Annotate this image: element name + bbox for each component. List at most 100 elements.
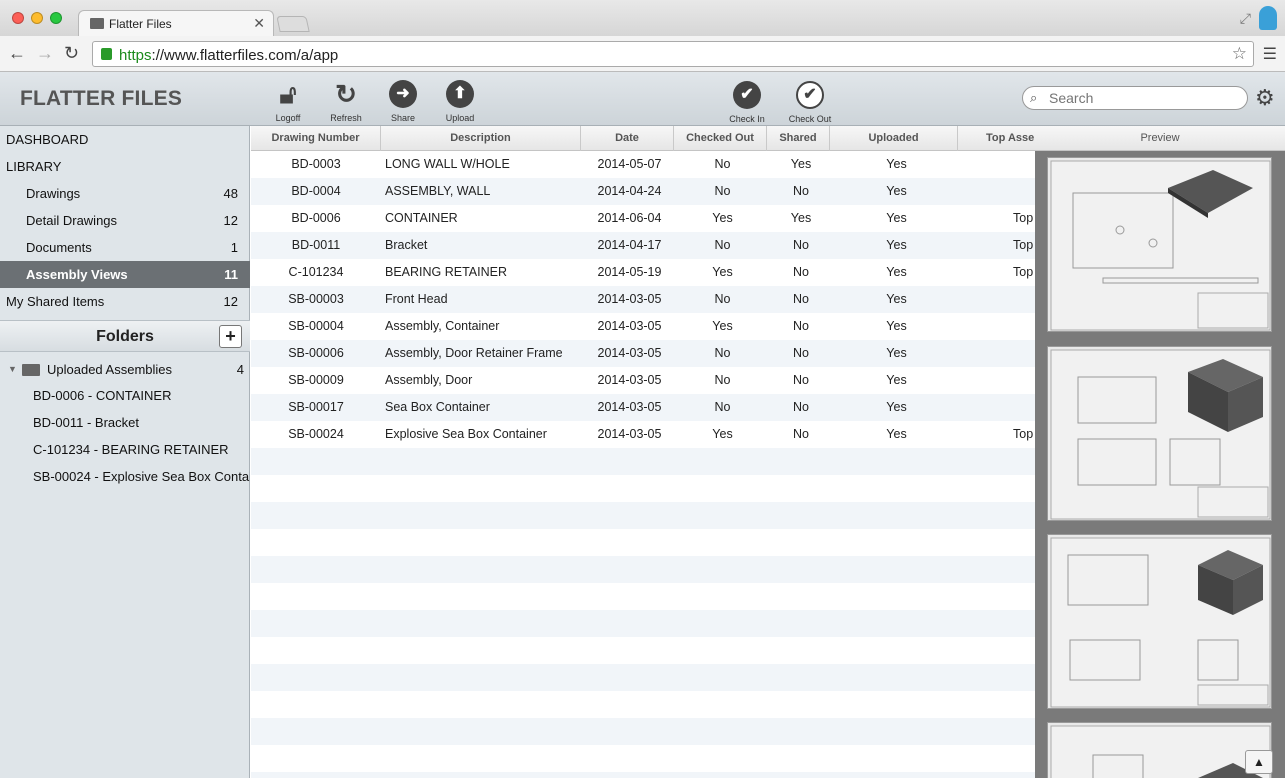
folder-child-item[interactable]: BD-0006 - CONTAINER <box>0 382 250 409</box>
folder-uploaded-assemblies[interactable]: ▼ Uploaded Assemblies 4 <box>0 356 250 383</box>
sidebar-item-count: 1 <box>230 240 238 255</box>
table-row[interactable]: C-101234 BEARING RETAINER 2014-05-19 Yes No Y… <box>251 259 1035 286</box>
folders-header: Folders + <box>0 320 250 352</box>
table-cell: No <box>714 373 731 387</box>
sidebar-item-drawings[interactable]: Drawings 48 <box>0 180 250 207</box>
table-cell: SB-00024 <box>288 427 344 441</box>
folder-child-item[interactable]: C-101234 - BEARING RETAINER <box>0 436 250 463</box>
logoff-button[interactable]: 🔓︎ Logoff <box>264 80 312 123</box>
table-cell: No <box>793 373 809 387</box>
table-cell: Yes <box>712 211 733 225</box>
sidebar-item-label: My Shared Items <box>6 294 105 309</box>
forward-icon[interactable]: → <box>36 43 54 64</box>
close-window-button[interactable] <box>12 12 24 24</box>
table-row[interactable]: BD-0006 CONTAINER 2014-06-04 Yes Yes Yes Top <box>251 205 1035 232</box>
refresh-button[interactable]: ↻ Refresh <box>322 80 370 123</box>
minimize-window-button[interactable] <box>31 12 43 24</box>
share-button[interactable]: ➜ Share <box>379 80 427 123</box>
column-header-top-assembly[interactable]: Top Asse <box>958 126 1035 151</box>
gear-icon[interactable]: ⚙ <box>1255 85 1275 111</box>
check-in-button[interactable]: ✔ Check In <box>723 81 771 124</box>
sidebar-item-count: 11 <box>224 267 238 282</box>
column-header-checked-out[interactable]: Checked Out <box>674 126 767 151</box>
table-cell: Yes <box>886 319 907 333</box>
add-folder-button[interactable]: + <box>219 325 242 348</box>
table-cell: Top <box>1013 238 1034 252</box>
table-cell: SB-00003 <box>288 292 344 306</box>
checkmark-filled-icon: ✔ <box>733 81 761 109</box>
column-header-date[interactable]: Date <box>581 126 674 151</box>
table-row[interactable]: SB-00009 Assembly, Door 2014-03-05 No No Yes <box>251 367 1035 394</box>
column-header-shared[interactable]: Shared <box>767 126 830 151</box>
search-input[interactable] <box>1049 90 1239 106</box>
zoom-window-button[interactable] <box>50 12 62 24</box>
address-bar[interactable]: https://www.flatterfiles.com/a/app ☆ <box>92 41 1254 67</box>
table-row[interactable]: SB-00006 Assembly, Door Retainer Frame 201… <box>251 340 1035 367</box>
table-row[interactable]: BD-0004 ASSEMBLY, WALL 2014-04-24 No No Yes <box>251 178 1035 205</box>
folder-child-item[interactable]: SB-00024 - Explosive Sea Box Container <box>0 463 250 490</box>
folder-child-item[interactable]: BD-0011 - Bracket <box>0 409 250 436</box>
table-row[interactable]: BD-0011 Bracket 2014-04-17 No No Yes Top <box>251 232 1035 259</box>
search-icon[interactable]: ⌕ <box>1030 90 1037 106</box>
drawing-thumbnail[interactable] <box>1047 722 1272 778</box>
drawing-sheet-image <box>1050 160 1271 331</box>
table-cell: Assembly, Door <box>385 373 473 387</box>
drawing-thumbnail[interactable] <box>1047 346 1272 521</box>
table-row[interactable]: SB-00004 Assembly, Container 2014-03-05 Yes… <box>251 313 1035 340</box>
sidebar-item-label: Drawings <box>26 186 81 201</box>
profile-icon[interactable] <box>1259 6 1277 30</box>
sidebar-item-dashboard[interactable]: DASHBOARD <box>0 126 250 153</box>
sidebar-item-my-shared-items[interactable]: My Shared Items 12 <box>0 288 250 315</box>
padlock-icon: 🔓︎ <box>279 79 297 109</box>
sidebar-item-library[interactable]: LIBRARY <box>0 153 250 180</box>
table-row[interactable]: SB-00017 Sea Box Container 2014-03-05 No No Y… <box>251 394 1035 421</box>
table-cell: No <box>714 184 731 198</box>
new-tab-button[interactable] <box>276 16 310 32</box>
table-row[interactable]: SB-00024 Explosive Sea Box Container 2014-… <box>251 421 1035 448</box>
close-tab-icon[interactable]: ✕ <box>253 15 265 32</box>
reload-icon[interactable]: ↻ <box>64 43 79 64</box>
upload-button[interactable]: ⬆ Upload <box>436 80 484 123</box>
column-header-description[interactable]: Description <box>381 126 581 151</box>
drawing-thumbnail[interactable] <box>1047 534 1272 709</box>
check-in-label: Check In <box>729 114 765 124</box>
sidebar-item-detail-drawings[interactable]: Detail Drawings 12 <box>0 207 250 234</box>
back-icon[interactable]: ← <box>8 43 26 64</box>
table-cell: 2014-03-05 <box>597 292 662 306</box>
table-cell: Yes <box>712 319 733 333</box>
table-cell: BD-0006 <box>291 211 341 225</box>
table-cell: LONG WALL W/HOLE <box>385 157 510 171</box>
drawing-sheet-image <box>1050 349 1271 520</box>
arrow-right-icon: ➜ <box>389 80 417 108</box>
search-box: ⌕ <box>1022 86 1248 110</box>
upload-label: Upload <box>445 113 475 123</box>
checkmark-outline-icon: ✔ <box>796 81 824 109</box>
expand-triangle-icon[interactable]: ▼ <box>8 356 17 383</box>
bookmark-star-icon[interactable]: ☆ <box>1232 44 1247 64</box>
drawing-thumbnail[interactable] <box>1047 157 1272 332</box>
folder-icon <box>90 18 104 29</box>
sidebar-item-documents[interactable]: Documents 1 <box>0 234 250 261</box>
browser-menu-icon[interactable]: ☰ <box>1263 44 1277 64</box>
column-header-drawing-number[interactable]: Drawing Number <box>251 126 381 151</box>
table-row[interactable]: SB-00003 Front Head 2014-03-05 No No Yes <box>251 286 1035 313</box>
logoff-label: Logoff <box>275 113 301 123</box>
column-header-uploaded[interactable]: Uploaded <box>830 126 958 151</box>
table-cell: No <box>714 292 731 306</box>
table-row[interactable]: BD-0003 LONG WALL W/HOLE 2014-05-07 No Yes Ye… <box>251 151 1035 178</box>
table-cell: Front Head <box>385 292 448 306</box>
table-cell: Yes <box>886 265 907 279</box>
scroll-to-top-button[interactable]: ▲ <box>1245 750 1273 774</box>
table-cell: BD-0003 <box>291 157 341 171</box>
sidebar-item-assembly-views[interactable]: Assembly Views 11 <box>0 261 250 288</box>
check-out-button[interactable]: ✔ Check Out <box>786 81 834 124</box>
table-cell: No <box>793 400 809 414</box>
folders-title: Folders <box>96 328 154 345</box>
browser-tab[interactable]: Flatter Files ✕ <box>78 10 274 36</box>
empty-table-row <box>251 475 1035 502</box>
fullscreen-icon[interactable]: ⤢ <box>1240 10 1251 27</box>
table-cell: Yes <box>886 346 907 360</box>
sidebar-item-count: 48 <box>223 186 238 201</box>
table-cell: 2014-05-07 <box>597 157 662 171</box>
empty-table-row <box>251 610 1035 637</box>
